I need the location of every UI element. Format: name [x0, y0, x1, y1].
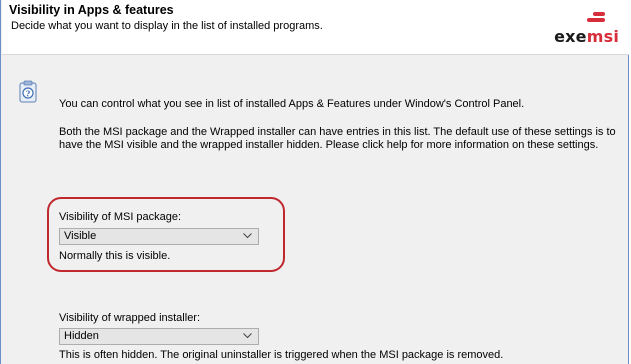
msi-visibility-value: Visible [64, 230, 97, 242]
wrapped-visibility-label: Visibility of wrapped installer: [59, 312, 201, 324]
msi-visibility-label: Visibility of MSI package: [59, 211, 182, 223]
page-header: Visibility in Apps & features Decide wha… [2, 0, 629, 55]
page-title: Visibility in Apps & features [9, 3, 174, 17]
svg-text:?: ? [26, 89, 31, 99]
chevron-down-icon [243, 333, 252, 339]
msi-visibility-hint: Normally this is visible. [59, 250, 171, 262]
wrapped-visibility-value: Hidden [64, 330, 99, 342]
wrapped-visibility-hint: This is often hidden. The original unins… [59, 349, 504, 361]
wizard-page: Visibility in Apps & features Decide wha… [0, 0, 629, 364]
exemsi-logo: exemsi [549, 12, 619, 46]
wrapped-visibility-select[interactable]: Hidden [59, 328, 259, 345]
page-subtitle: Decide what you want to display in the l… [11, 20, 323, 32]
info-clipboard-icon: ? [17, 80, 39, 104]
msi-visibility-select[interactable]: Visible [59, 228, 259, 245]
logo-text: exemsi [554, 27, 619, 46]
logo-bars-icon [587, 12, 605, 24]
chevron-down-icon [243, 233, 252, 239]
description-text: Both the MSI package and the Wrapped ins… [59, 126, 616, 151]
intro-text: You can control what you see in list of … [59, 98, 525, 110]
